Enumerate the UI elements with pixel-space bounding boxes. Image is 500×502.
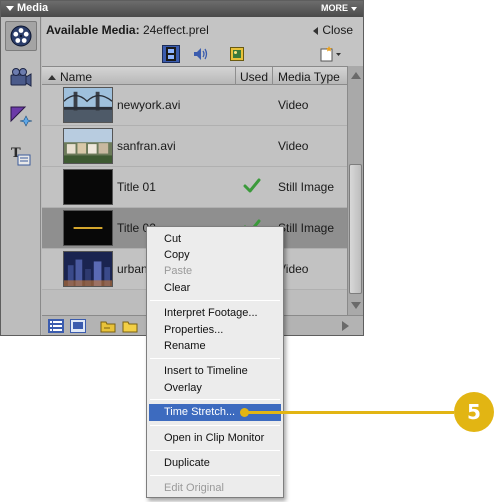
collapse-triangle-icon[interactable] — [6, 6, 14, 11]
callout-dot — [240, 408, 249, 417]
panel-titlebar[interactable]: Media MORE — [1, 1, 363, 17]
speaker-icon — [194, 48, 208, 60]
row-type: Still Image — [278, 221, 335, 235]
new-item-icon — [320, 46, 341, 62]
scroll-up-icon[interactable] — [351, 72, 361, 79]
new-item-button[interactable] — [318, 45, 344, 63]
table-row[interactable]: Title 01 Still Image — [42, 167, 347, 208]
available-media-header: Available Media: 24effect.prel — [46, 23, 209, 37]
vertical-scrollbar[interactable] — [347, 66, 363, 315]
more-arrow-icon — [351, 6, 357, 11]
film-icon — [166, 47, 176, 61]
used-check-icon — [243, 178, 261, 193]
audio-filter-button[interactable] — [192, 45, 210, 63]
close-label: Close — [322, 23, 353, 37]
callout-line — [244, 411, 454, 414]
capture-button[interactable] — [5, 63, 37, 93]
column-separator[interactable] — [235, 67, 236, 85]
effects-icon — [10, 106, 33, 127]
row-name: sanfran.avi — [117, 139, 176, 153]
row-type: Video — [278, 139, 309, 153]
menu-item-duplicate[interactable]: Duplicate — [164, 457, 210, 469]
row-name: Title 01 — [117, 180, 156, 194]
column-separator[interactable] — [272, 67, 273, 85]
name-column-header[interactable]: Name — [48, 70, 92, 84]
menu-separator — [150, 450, 280, 451]
menu-item-open-in-clip-monitor[interactable]: Open in Clip Monitor — [164, 432, 264, 444]
close-button[interactable]: Close — [313, 23, 353, 37]
scroll-thumb[interactable] — [349, 164, 362, 294]
menu-item-edit-original: Edit Original — [164, 482, 224, 494]
menu-separator — [150, 358, 280, 359]
scroll-down-icon[interactable] — [351, 302, 361, 309]
filter-toolbar — [42, 43, 363, 65]
still-filter-button[interactable] — [228, 45, 246, 63]
menu-separator — [150, 475, 280, 476]
table-row[interactable]: sanfran.avi Video — [42, 126, 347, 167]
context-menu: Cut Copy Paste Clear Interpret Footage..… — [146, 226, 284, 498]
menu-item-copy[interactable]: Copy — [164, 249, 190, 261]
effects-button[interactable] — [5, 101, 37, 131]
icon-view-icon[interactable] — [70, 319, 86, 333]
thumbnail-urban — [63, 251, 113, 287]
used-column-header[interactable]: Used — [240, 70, 268, 84]
menu-item-properties[interactable]: Properties... — [164, 324, 223, 336]
menu-item-insert-to-timeline[interactable]: Insert to Timeline — [164, 365, 248, 377]
left-toolbar: T — [1, 17, 41, 335]
folder-icon[interactable] — [100, 319, 116, 333]
camera-icon — [10, 68, 32, 87]
available-media-label: Available Media: — [46, 23, 140, 37]
column-header-row: Name Used Media Type — [42, 66, 347, 85]
row-name: newyork.avi — [117, 98, 181, 112]
thumbnail-sanfran — [63, 128, 113, 164]
menu-item-rename[interactable]: Rename — [164, 340, 206, 352]
scroll-right-icon[interactable] — [342, 321, 349, 331]
table-row[interactable]: newyork.avi Video — [42, 85, 347, 126]
name-column-label: Name — [60, 70, 93, 84]
callout-step-badge: 5 — [454, 392, 494, 432]
menu-item-interpret-footage[interactable]: Interpret Footage... — [164, 307, 258, 319]
close-arrow-icon — [313, 26, 319, 35]
thumbnail-title-01 — [63, 169, 113, 205]
menu-item-paste: Paste — [164, 265, 193, 277]
video-filter-button[interactable] — [162, 45, 180, 63]
list-view-icon[interactable] — [48, 319, 64, 333]
titles-button[interactable]: T — [5, 141, 37, 171]
menu-separator — [150, 300, 280, 301]
menu-item-overlay[interactable]: Overlay — [164, 382, 202, 394]
new-folder-icon[interactable] — [122, 319, 138, 333]
project-name: 24effect.prel — [142, 23, 209, 37]
image-icon — [230, 47, 244, 61]
thumbnail-newyork — [63, 87, 113, 123]
menu-item-time-stretch-label: Time Stretch... — [164, 406, 236, 418]
menu-separator — [150, 425, 280, 426]
media-view-button[interactable] — [5, 21, 37, 51]
film-reel-icon — [10, 25, 32, 47]
menu-item-clear[interactable]: Clear — [164, 282, 190, 294]
titles-icon: T — [11, 146, 31, 166]
more-button[interactable]: MORE — [321, 3, 357, 13]
row-type: Still Image — [278, 180, 335, 194]
menu-item-cut[interactable]: Cut — [164, 233, 181, 245]
panel-title: Media — [17, 2, 49, 14]
more-label: MORE — [321, 3, 348, 13]
menu-separator — [150, 399, 280, 400]
thumbnail-title-02 — [63, 210, 113, 246]
media-type-column-header[interactable]: Media Type — [278, 70, 340, 84]
row-type: Video — [278, 98, 309, 112]
sort-ascending-icon — [48, 75, 56, 81]
